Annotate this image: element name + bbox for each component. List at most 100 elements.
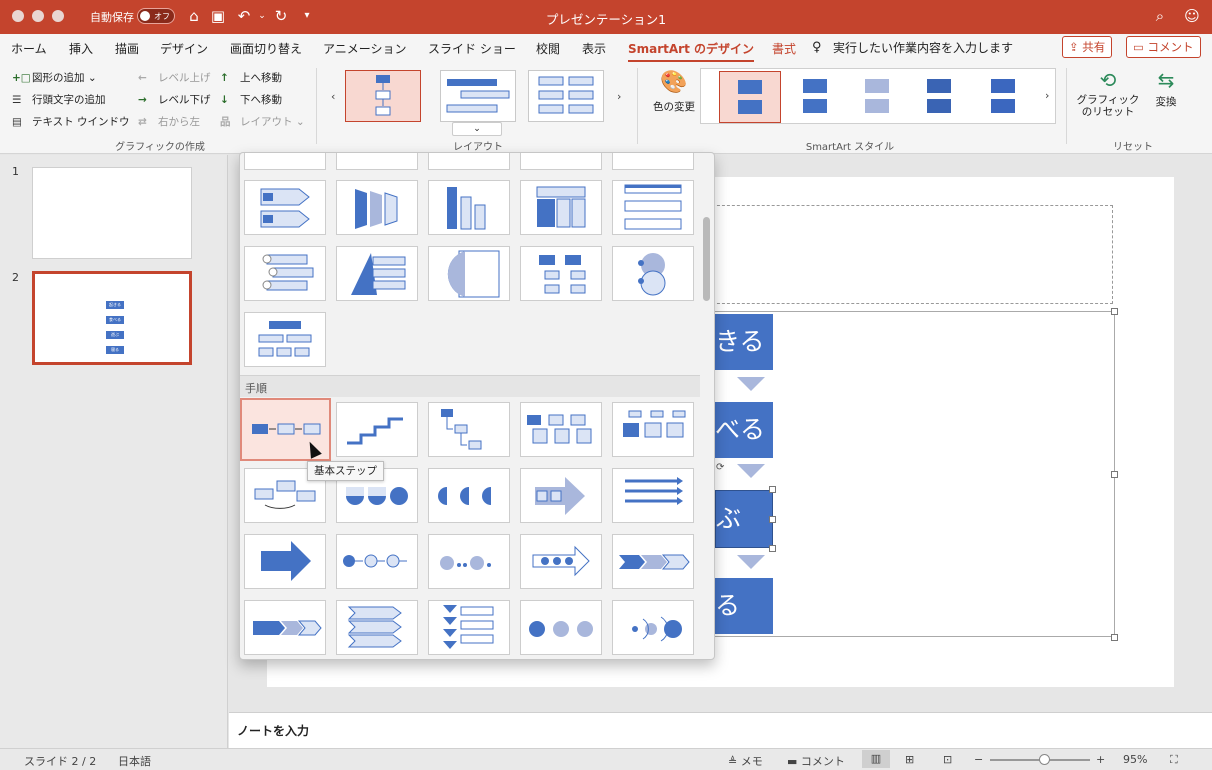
- layout-option[interactable]: [336, 402, 418, 457]
- reset-graphic-button[interactable]: ⟲ グラフィック のリセット: [1076, 68, 1140, 118]
- fit-to-window-icon[interactable]: ⛶: [1170, 753, 1178, 767]
- change-colors-button[interactable]: 🎨 色の変更: [648, 70, 700, 114]
- tab-transitions[interactable]: 画面切り替え: [230, 40, 302, 57]
- resize-handle[interactable]: [1111, 471, 1118, 478]
- resize-handle[interactable]: [1111, 308, 1118, 315]
- layout-option[interactable]: [520, 246, 602, 301]
- layout-option[interactable]: [612, 153, 694, 170]
- slide-thumbnail-2[interactable]: 起きる 食べる 遊ぶ 寝る: [32, 271, 192, 365]
- promote-button[interactable]: ← レベル上げ: [138, 70, 211, 85]
- share-button[interactable]: ⇪ 共有: [1062, 36, 1113, 58]
- resize-handle[interactable]: [769, 486, 776, 493]
- layout-option[interactable]: [244, 312, 326, 367]
- rotate-handle-icon[interactable]: ⟳: [716, 462, 724, 473]
- zoom-level[interactable]: 95%: [1123, 753, 1147, 766]
- layout-option[interactable]: [428, 534, 510, 589]
- layout-option[interactable]: [612, 180, 694, 235]
- tell-me-search[interactable]: 実行したい作業内容を入力します: [833, 39, 1013, 56]
- normal-view-icon[interactable]: ▥: [862, 750, 890, 768]
- title-placeholder[interactable]: [707, 205, 1113, 304]
- tab-draw[interactable]: 描画: [115, 40, 139, 57]
- layout-option[interactable]: [520, 600, 602, 655]
- layout-thumb-grid-process[interactable]: [528, 70, 604, 122]
- style-thumb-3[interactable]: [847, 71, 909, 123]
- layout-option[interactable]: [244, 600, 326, 655]
- layout-option[interactable]: [428, 402, 510, 457]
- layouts-next-button[interactable]: ›: [617, 90, 621, 103]
- text-pane-button[interactable]: ▤ テキスト ウインドウ: [12, 114, 130, 129]
- layout-option[interactable]: [336, 600, 418, 655]
- zoom-out-button[interactable]: −: [974, 753, 983, 766]
- add-bullet-button[interactable]: ☰ 行頭文字の追加: [12, 92, 106, 107]
- layout-option[interactable]: [612, 600, 694, 655]
- layout-option[interactable]: [428, 246, 510, 301]
- layout-option[interactable]: [428, 180, 510, 235]
- convert-button[interactable]: ⇆ 変換: [1142, 68, 1190, 109]
- gallery-scrollbar[interactable]: [703, 217, 710, 301]
- move-down-button[interactable]: ↓ 下へ移動: [220, 92, 282, 107]
- layout-option[interactable]: [612, 534, 694, 589]
- layout-option[interactable]: [612, 468, 694, 523]
- layout-option[interactable]: [428, 468, 510, 523]
- slide-thumbnail-1[interactable]: [32, 167, 192, 259]
- layout-thumb-vertical-process[interactable]: [345, 70, 421, 122]
- tab-view[interactable]: 表示: [582, 40, 606, 57]
- tab-slideshow[interactable]: スライド ショー: [428, 40, 516, 57]
- styles-next-button[interactable]: ›: [1045, 89, 1049, 102]
- layout-option[interactable]: [520, 402, 602, 457]
- layouts-expand-button[interactable]: ⌄: [452, 122, 502, 136]
- layout-option[interactable]: [520, 153, 602, 170]
- tab-format[interactable]: 書式: [772, 40, 796, 57]
- add-shape-button[interactable]: +□図形の追加 ⌄: [12, 70, 97, 85]
- comments-toggle[interactable]: ▬ コメント: [787, 753, 845, 769]
- layout-option[interactable]: [336, 534, 418, 589]
- layout-button[interactable]: 品レイアウト ⌄: [220, 114, 305, 129]
- smartart-box-play-selected[interactable]: ぶ: [715, 490, 773, 548]
- layout-option[interactable]: [244, 180, 326, 235]
- tab-home[interactable]: ホーム: [11, 40, 47, 57]
- slide-sorter-icon[interactable]: ⊞: [905, 753, 914, 766]
- tab-review[interactable]: 校閲: [536, 40, 560, 57]
- notes-pane[interactable]: ノートを入力: [229, 712, 1212, 748]
- layout-option[interactable]: [336, 153, 418, 170]
- feedback-smiley-icon[interactable]: ☺: [1183, 7, 1201, 25]
- layout-option[interactable]: [612, 246, 694, 301]
- resize-handle[interactable]: [769, 545, 776, 552]
- layout-option[interactable]: [520, 180, 602, 235]
- smartart-box-sleep[interactable]: る: [715, 578, 773, 634]
- zoom-slider-knob[interactable]: [1039, 754, 1050, 765]
- notes-toggle[interactable]: ≜ メモ: [728, 753, 763, 769]
- demote-button[interactable]: → レベル下げ: [138, 92, 211, 107]
- smartart-box-wake[interactable]: きる: [715, 314, 773, 370]
- layout-option[interactable]: [612, 402, 694, 457]
- zoom-in-button[interactable]: +: [1096, 753, 1105, 766]
- move-up-button[interactable]: ↑ 上へ移動: [220, 70, 282, 85]
- layout-option[interactable]: [428, 153, 510, 170]
- layout-option[interactable]: [520, 468, 602, 523]
- tab-insert[interactable]: 挿入: [69, 40, 93, 57]
- layout-option[interactable]: [244, 246, 326, 301]
- layout-option[interactable]: [336, 180, 418, 235]
- language-indicator[interactable]: 日本語: [118, 753, 151, 769]
- layout-option[interactable]: [336, 246, 418, 301]
- tab-design[interactable]: デザイン: [160, 40, 208, 57]
- style-thumb-4[interactable]: [909, 71, 971, 123]
- layout-option[interactable]: [520, 534, 602, 589]
- presenter-view-icon[interactable]: ⊡: [943, 753, 952, 766]
- tab-animations[interactable]: アニメーション: [323, 40, 407, 57]
- tab-smartart-design[interactable]: SmartArt のデザイン: [628, 40, 755, 62]
- style-thumb-1[interactable]: [719, 71, 781, 123]
- comments-button[interactable]: ▭ コメント: [1126, 36, 1201, 58]
- layout-thumb-process-down[interactable]: [440, 70, 516, 122]
- resize-handle[interactable]: [769, 516, 776, 523]
- zoom-slider[interactable]: [990, 754, 1090, 765]
- search-icon[interactable]: ⌕: [1151, 7, 1169, 25]
- style-thumb-2[interactable]: [785, 71, 847, 123]
- layout-option[interactable]: [244, 153, 326, 170]
- resize-handle[interactable]: [1111, 634, 1118, 641]
- right-to-left-button[interactable]: ⇄ 右から左: [138, 114, 200, 129]
- smartart-box-eat[interactable]: べる: [715, 402, 773, 458]
- layout-option[interactable]: [428, 600, 510, 655]
- style-thumb-5[interactable]: [973, 71, 1035, 123]
- layout-option[interactable]: [244, 534, 326, 589]
